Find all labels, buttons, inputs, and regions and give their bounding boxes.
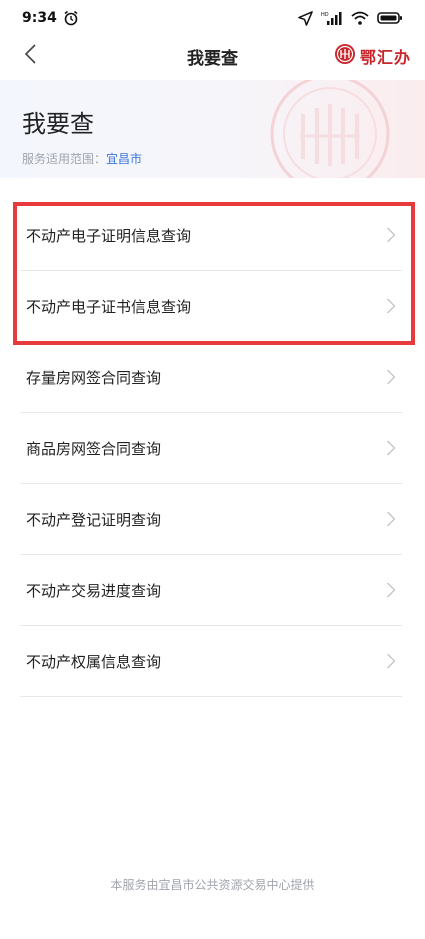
status-time: 9:34	[22, 10, 57, 26]
list-item-label: 商品房网签合同查询	[26, 439, 162, 458]
chevron-right-icon	[386, 510, 396, 528]
alarm-icon	[63, 10, 79, 26]
chevron-right-icon	[386, 652, 396, 670]
eh-logo-icon	[334, 43, 356, 69]
list-item-label: 不动产电子证明信息查询	[26, 226, 192, 245]
page-title: 我要查	[187, 48, 238, 69]
nav-bar: 我要查 鄂汇办	[0, 36, 425, 76]
footer-note: 本服务由宜昌市公共资源交易中心提供	[110, 878, 315, 892]
header-banner: 我要查 服务适用范围：宜昌市	[0, 80, 425, 178]
battery-icon	[377, 11, 403, 25]
list-item[interactable]: 不动产电子证书信息查询	[20, 271, 402, 342]
list-item[interactable]: 不动产交易进度查询	[20, 555, 402, 626]
back-button[interactable]	[14, 40, 46, 72]
list-item-label: 不动产权属信息查询	[26, 652, 162, 671]
list-item[interactable]: 存量房网签合同查询	[20, 342, 402, 413]
service-scope: 服务适用范围：宜昌市	[22, 150, 142, 167]
wifi-icon	[351, 11, 369, 25]
list-item-label: 存量房网签合同查询	[26, 368, 162, 387]
list-item-label: 不动产交易进度查询	[26, 581, 162, 600]
service-scope-city[interactable]: 宜昌市	[106, 152, 142, 166]
brand-logo: 鄂汇办	[334, 42, 411, 70]
chevron-right-icon	[386, 368, 396, 386]
svg-text:HD: HD	[321, 12, 329, 18]
banner-title: 我要查	[22, 110, 94, 138]
list-item[interactable]: 不动产权属信息查询	[20, 626, 402, 697]
list-item-label: 不动产电子证书信息查询	[26, 297, 192, 316]
list-item[interactable]: 商品房网签合同查询	[20, 413, 402, 484]
status-bar: 9:34 HD	[0, 0, 425, 36]
emblem-watermark-icon	[245, 80, 415, 178]
status-right: HD	[298, 10, 403, 26]
chevron-right-icon	[386, 581, 396, 599]
chevron-right-icon	[386, 439, 396, 457]
chevron-left-icon	[23, 43, 37, 69]
location-arrow-icon	[298, 10, 313, 26]
signal-icon: HD	[321, 11, 343, 25]
list-item[interactable]: 不动产登记证明查询	[20, 484, 402, 555]
chevron-right-icon	[386, 226, 396, 244]
status-left: 9:34	[22, 10, 79, 26]
service-list: 不动产电子证明信息查询 不动产电子证书信息查询 存量房网签合同查询 商品房网签合…	[20, 200, 402, 697]
list-item-label: 不动产登记证明查询	[26, 510, 162, 529]
chevron-right-icon	[386, 297, 396, 315]
list-item[interactable]: 不动产电子证明信息查询	[20, 200, 402, 271]
service-scope-label: 服务适用范围：	[22, 152, 107, 166]
brand-name: 鄂汇办	[359, 48, 411, 67]
